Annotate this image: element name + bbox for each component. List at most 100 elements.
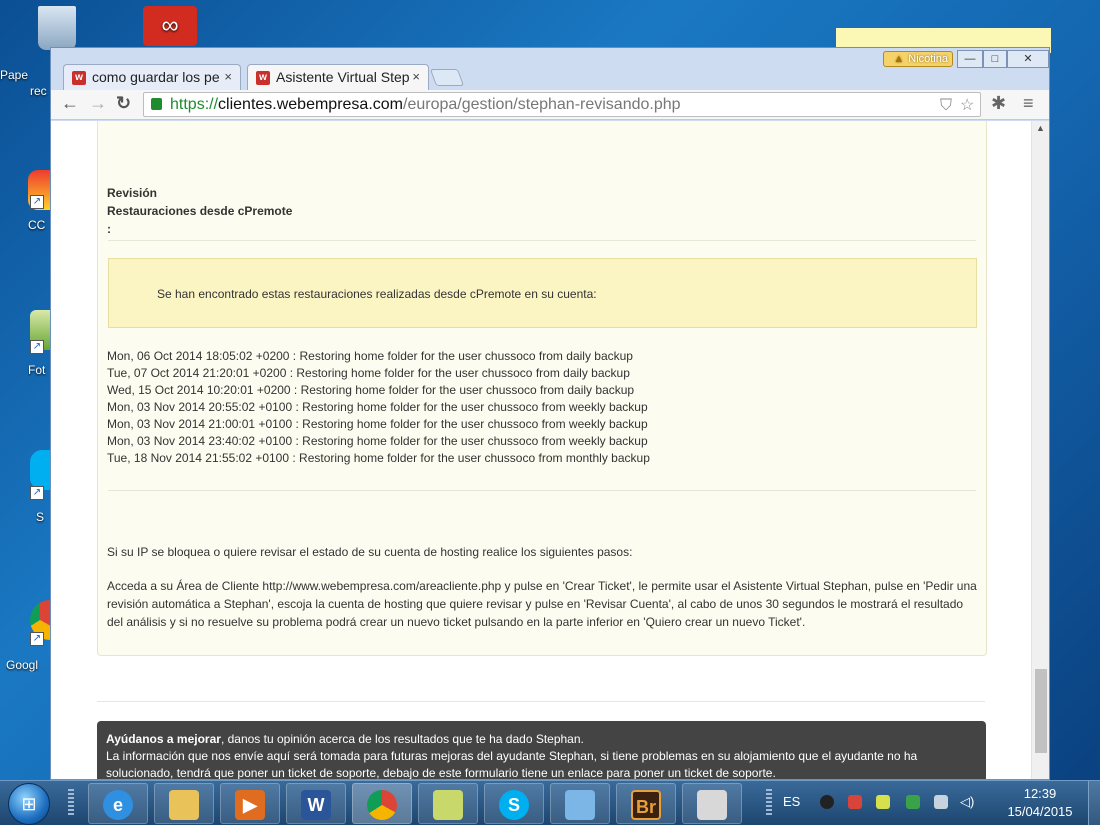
trash-icon <box>38 6 76 50</box>
log-line: Mon, 03 Nov 2014 21:00:01 +0100 : Restor… <box>107 417 648 431</box>
show-desktop-button[interactable] <box>1088 781 1100 825</box>
network-tray-icon[interactable] <box>934 795 948 809</box>
back-arrow-icon[interactable]: ← <box>61 93 79 114</box>
bridge-icon: Br <box>631 790 661 820</box>
shortcut-arrow-icon: ↗ <box>30 340 44 354</box>
browser-window: w como guardar los pe × w Asistente Virt… <box>50 47 1050 780</box>
creative-cloud-icon: ∞ <box>143 6 197 46</box>
result-panel: Revisión Restauraciones desde cPremote :… <box>97 121 987 656</box>
recycle-bin-label-2: rec <box>30 84 47 98</box>
taskbar-word[interactable]: W <box>286 783 346 824</box>
antivirus-tray-icon[interactable] <box>848 795 862 809</box>
instructions-text: Acceda a su Área de Cliente http://www.w… <box>107 579 977 629</box>
log-line: Mon, 03 Nov 2014 23:40:02 +0100 : Restor… <box>107 434 648 448</box>
minimize-button[interactable]: — <box>957 50 983 68</box>
lock-icon <box>151 98 162 110</box>
clock-time: 12:39 <box>1023 786 1057 801</box>
recycle-bin-icon[interactable] <box>22 6 92 52</box>
taskbar-internet-explorer[interactable]: e <box>88 783 148 824</box>
forward-arrow-icon[interactable]: → <box>89 93 107 114</box>
notice-box: Se han encontrado estas restauraciones r… <box>108 258 977 328</box>
warning-icon: ▲ <box>893 53 905 65</box>
tab-asistente-virtual[interactable]: w Asistente Virtual Step × <box>247 64 429 90</box>
url-path: /europa/gestion/stephan-revisando.php <box>403 96 681 113</box>
sticky-notes-icon <box>433 790 463 820</box>
feedback-title: Ayúdanos a mejorar <box>106 732 221 746</box>
url-host: clientes.webempresa.com <box>218 96 403 113</box>
start-button[interactable]: ⊞ <box>8 783 50 825</box>
taskbar-chrome[interactable] <box>352 783 412 824</box>
taskbar-file-explorer[interactable] <box>154 783 214 824</box>
chrome-label: Googl <box>6 658 39 672</box>
shield-icon[interactable]: ⛉ <box>940 94 952 117</box>
taskbar-media-player[interactable]: ▶ <box>220 783 280 824</box>
webempresa-favicon-icon: w <box>256 71 270 85</box>
taskbar-sticky-notes[interactable] <box>418 783 478 824</box>
internet-explorer-icon: e <box>103 790 133 820</box>
chrome-icon <box>367 790 397 820</box>
feedback-subtitle: , danos tu opinión acerca de los resulta… <box>220 732 584 746</box>
log-line: Wed, 15 Oct 2014 10:20:01 +0200 : Restor… <box>107 383 635 397</box>
shortcut-arrow-icon: ↗ <box>30 195 44 209</box>
taskbar: ⊞ e ▶ W S Br ES ◁) 12:39 15/04/2015 <box>0 780 1100 825</box>
language-indicator[interactable]: ES <box>783 794 800 809</box>
browser-toolbar: ← → ↻ https://clientes.webempresa.com/eu… <box>51 90 1049 120</box>
log-line: Tue, 18 Nov 2014 21:55:02 +0100 : Restor… <box>107 451 650 465</box>
taskbar-paint[interactable] <box>682 783 742 824</box>
log-line: Mon, 06 Oct 2014 18:05:02 +0200 : Restor… <box>107 349 633 363</box>
skype-label: S <box>36 510 45 524</box>
taskbar-grip[interactable] <box>68 789 74 817</box>
taskbar-skype[interactable]: S <box>484 783 544 824</box>
scroll-thumb[interactable] <box>1035 669 1047 753</box>
restore-log: Mon, 06 Oct 2014 18:05:02 +0200 : Restor… <box>107 348 650 467</box>
tab-label: como guardar los pe <box>92 69 220 85</box>
tab-como-guardar[interactable]: w como guardar los pe × <box>63 64 241 90</box>
feedback-box: Ayúdanos a mejorar, danos tu opinión ace… <box>97 721 986 779</box>
title-bar: w como guardar los pe × w Asistente Virt… <box>51 48 1049 90</box>
reload-icon[interactable]: ↻ <box>116 93 131 114</box>
log-line: Tue, 07 Oct 2014 21:20:01 +0200 : Restor… <box>107 366 630 380</box>
extension-icon[interactable]: ✱ <box>991 93 1006 114</box>
volume-icon[interactable]: ◁) <box>960 795 974 809</box>
sync-tray-icon[interactable] <box>876 795 890 809</box>
ccleaner-label: CC <box>28 218 46 232</box>
maximize-button[interactable]: □ <box>983 50 1007 68</box>
page-divider <box>97 701 985 702</box>
vertical-scrollbar[interactable]: ▲ <box>1031 121 1049 779</box>
close-window-button[interactable]: ✕ <box>1007 50 1049 68</box>
shortcut-arrow-icon: ↗ <box>30 486 44 500</box>
tray-grip[interactable] <box>766 789 772 817</box>
word-icon: W <box>301 790 331 820</box>
system-clock[interactable]: 12:39 15/04/2015 <box>1000 785 1080 821</box>
divider <box>108 240 976 241</box>
photos-label: Fot <box>28 363 46 377</box>
folder-icon <box>169 790 199 820</box>
menu-icon[interactable]: ≡ <box>1023 93 1034 114</box>
clock-date: 15/04/2015 <box>1007 804 1073 819</box>
section-title-revision: Revisión <box>107 186 158 200</box>
shortcut-arrow-icon: ↗ <box>30 632 44 646</box>
feedback-body: La información que nos envíe aquí será t… <box>106 749 918 779</box>
adobe-cc-icon[interactable]: ∞ <box>140 6 200 48</box>
creative-cloud-tray-icon[interactable] <box>820 795 834 809</box>
taskbar-notepad[interactable] <box>550 783 610 824</box>
scroll-up-arrow-icon[interactable]: ▲ <box>1036 123 1045 133</box>
section-title: Revisión Restauraciones desde cPremote : <box>107 184 292 238</box>
safely-remove-tray-icon[interactable] <box>906 795 920 809</box>
bookmark-star-icon[interactable]: ☆ <box>960 94 974 117</box>
tab-close-icon[interactable]: × <box>224 65 232 89</box>
skype-desktop-icon[interactable] <box>30 450 50 490</box>
profile-badge[interactable]: ▲ Nicotina <box>883 51 953 67</box>
webempresa-favicon-icon: w <box>72 71 86 85</box>
address-bar[interactable]: https://clientes.webempresa.com/europa/g… <box>143 92 981 117</box>
notepad-icon <box>565 790 595 820</box>
section-title-colon: : <box>107 222 111 236</box>
page-viewport: Revisión Restauraciones desde cPremote :… <box>51 121 1049 779</box>
divider <box>108 490 976 491</box>
taskbar-bridge[interactable]: Br <box>616 783 676 824</box>
new-tab-button[interactable] <box>429 69 465 86</box>
log-line: Mon, 03 Nov 2014 20:55:02 +0100 : Restor… <box>107 400 648 414</box>
tab-close-icon[interactable]: × <box>412 65 420 89</box>
paint-icon <box>697 790 727 820</box>
tab-label: Asistente Virtual Step <box>276 69 410 85</box>
